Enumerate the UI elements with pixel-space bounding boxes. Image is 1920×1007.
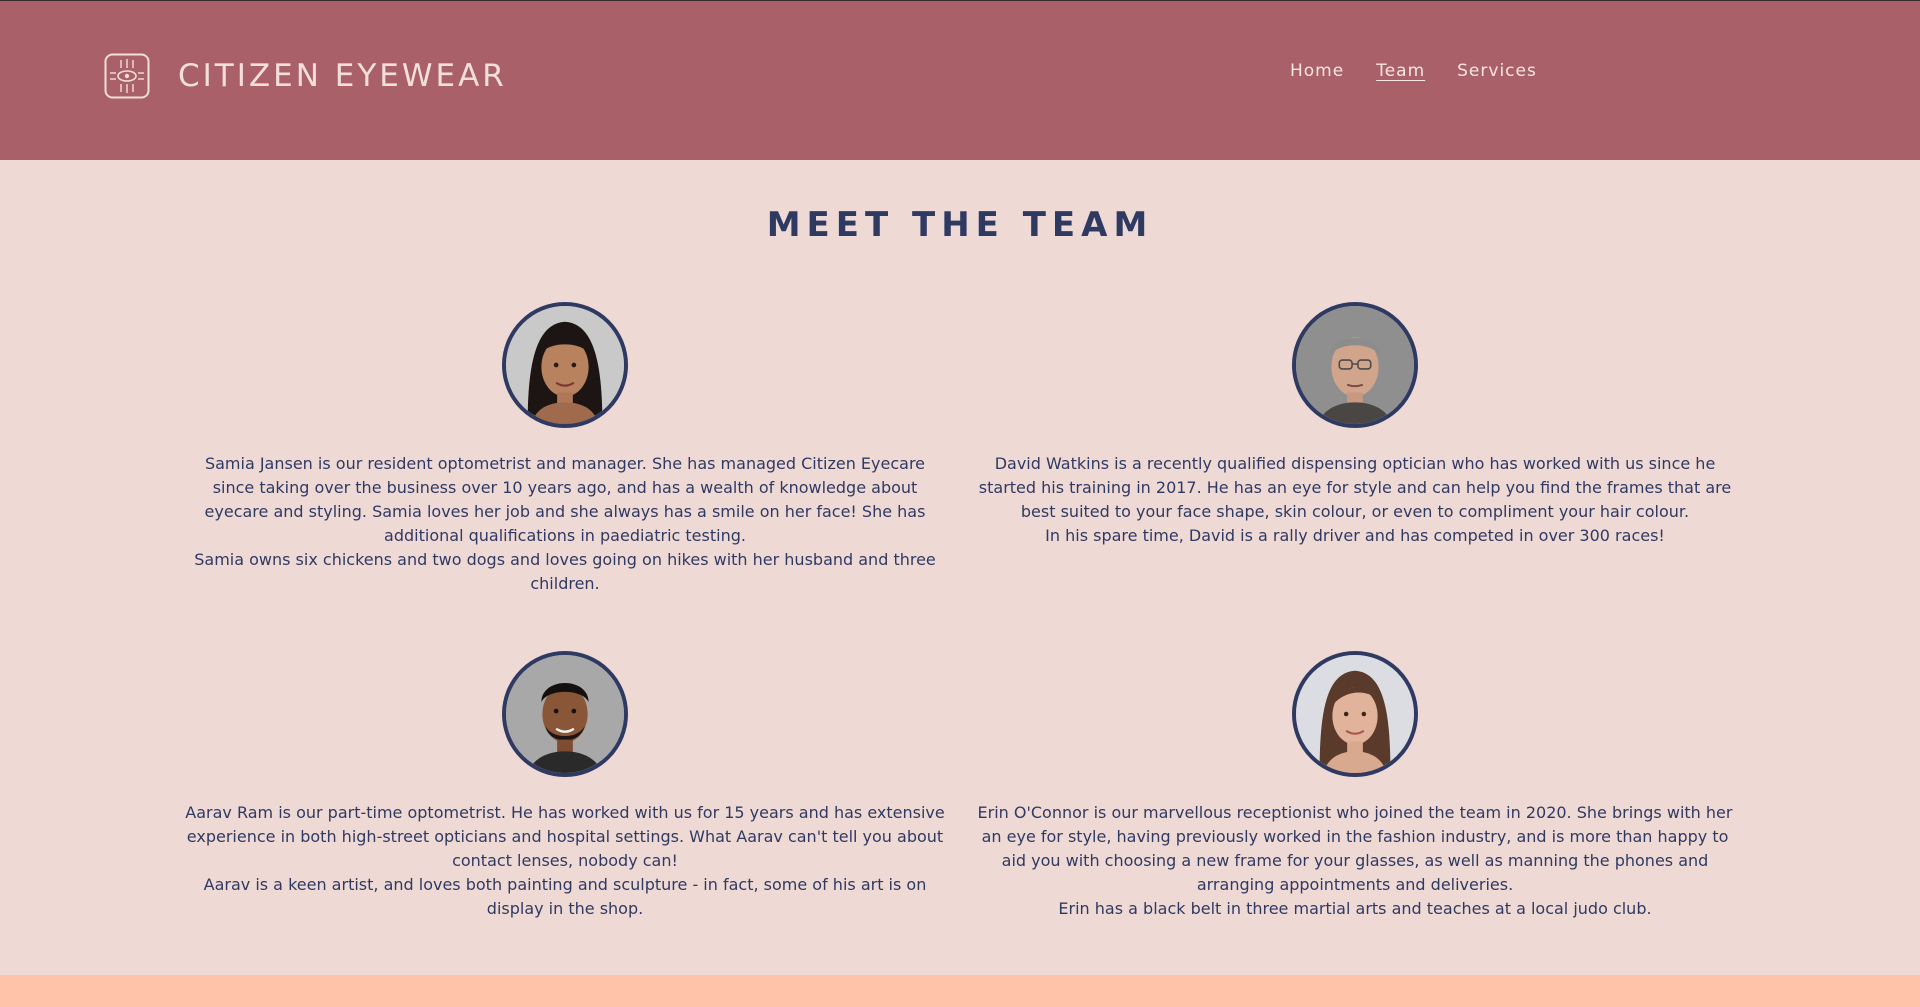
bio-paragraph: Samia Jansen is our resident optometrist… — [204, 454, 926, 545]
avatar — [502, 651, 628, 777]
team-member-card: Samia Jansen is our resident optometrist… — [175, 302, 955, 596]
member-bio: Samia Jansen is our resident optometrist… — [175, 452, 955, 596]
brand[interactable]: CITIZEN EYEWEAR — [104, 53, 507, 99]
bio-paragraph: Aarav Ram is our part-time optometrist. … — [185, 803, 945, 870]
bio-paragraph: Samia owns six chickens and two dogs and… — [194, 550, 936, 593]
portrait-image — [506, 655, 624, 773]
member-bio: Erin O'Connor is our marvellous receptio… — [965, 801, 1745, 921]
member-bio: Aarav Ram is our part-time optometrist. … — [175, 801, 955, 921]
avatar — [1292, 302, 1418, 428]
section-title: MEET THE TEAM — [766, 205, 1154, 245]
bio-paragraph: Erin has a black belt in three martial a… — [1058, 899, 1652, 918]
avatar — [502, 302, 628, 428]
team-member-card: Erin O'Connor is our marvellous receptio… — [965, 651, 1745, 921]
bio-paragraph: David Watkins is a recently qualified di… — [978, 454, 1732, 521]
brand-name: CITIZEN EYEWEAR — [178, 58, 507, 94]
team-member-card: Aarav Ram is our part-time optometrist. … — [175, 651, 955, 921]
bio-paragraph: In his spare time, David is a rally driv… — [1045, 526, 1665, 545]
portrait-image — [1296, 655, 1414, 773]
member-bio: David Watkins is a recently qualified di… — [965, 452, 1745, 548]
bio-paragraph: Aarav is a keen artist, and loves both p… — [203, 875, 927, 918]
portrait-image — [506, 306, 624, 424]
nav-services-link[interactable]: Services — [1457, 61, 1537, 81]
site-header: CITIZEN EYEWEAR Home Team Services — [0, 1, 1920, 160]
footer-strip — [0, 975, 1920, 1007]
main-nav: Home Team Services — [1290, 61, 1569, 81]
nav-team-link[interactable]: Team — [1376, 61, 1425, 81]
team-member-card: David Watkins is a recently qualified di… — [965, 302, 1745, 548]
nav-home-link[interactable]: Home — [1290, 61, 1344, 81]
eye-emblem-icon — [104, 53, 150, 99]
avatar — [1292, 651, 1418, 777]
portrait-image — [1296, 306, 1414, 424]
bio-paragraph: Erin O'Connor is our marvellous receptio… — [977, 803, 1733, 894]
